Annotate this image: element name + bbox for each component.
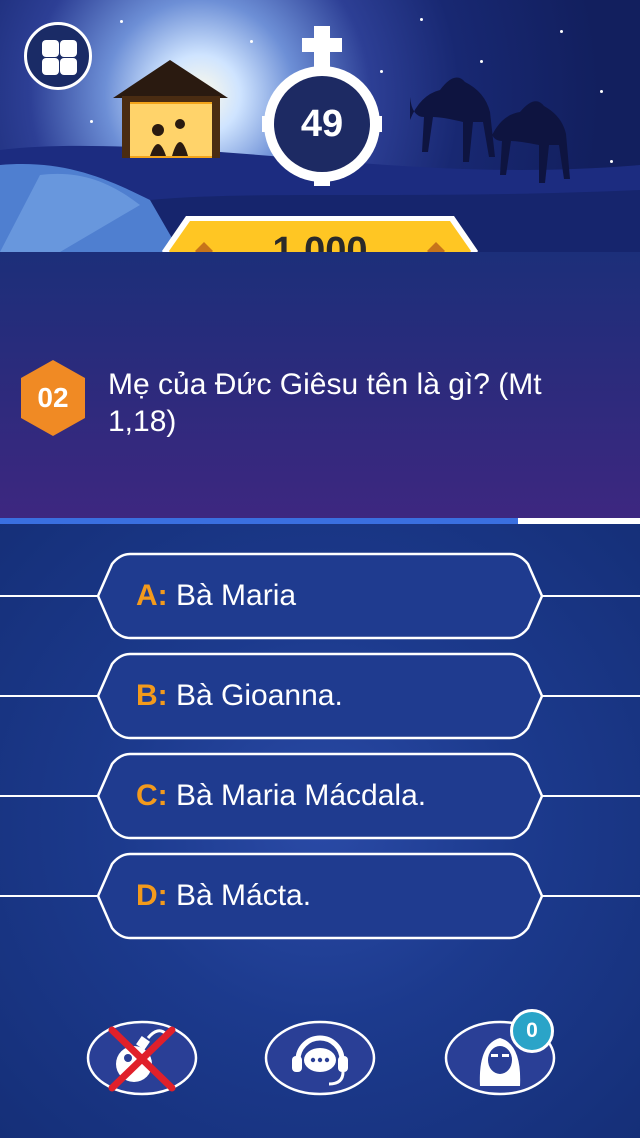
timer-value: 49 bbox=[300, 103, 344, 145]
answer-text: Bà Mácta. bbox=[176, 879, 312, 912]
grid-menu-icon bbox=[42, 40, 59, 57]
camels-silhouette bbox=[410, 77, 570, 183]
answer-letter: C: bbox=[136, 779, 168, 812]
answer-text: Bà Gioanna. bbox=[176, 679, 343, 712]
answer-b-button[interactable]: B: Bà Gioanna. bbox=[0, 652, 640, 740]
answer-d-button[interactable]: D: Bà Mácta. bbox=[0, 852, 640, 940]
answer-text: Bà Maria bbox=[176, 579, 297, 612]
question-text: Mẹ của Đức Giêsu tên là gì? (Mt 1,18) bbox=[108, 368, 542, 438]
question-number: 02 bbox=[37, 382, 69, 413]
answer-letter: B: bbox=[136, 679, 168, 712]
menu-button[interactable] bbox=[24, 22, 92, 90]
answer-text: Bà Maria Mácdala. bbox=[176, 779, 427, 812]
answer-c-button[interactable]: C: Bà Maria Mácdala. bbox=[0, 752, 640, 840]
stable-illustration bbox=[113, 60, 228, 158]
answer-letter: A: bbox=[136, 579, 168, 612]
answer-a-button[interactable]: A: Bà Maria bbox=[0, 552, 640, 640]
answer-letter: D: bbox=[136, 879, 168, 912]
support-lifeline-button[interactable] bbox=[264, 1020, 376, 1096]
lifeline-count-badge: 0 bbox=[510, 1009, 554, 1053]
bomb-lifeline-button[interactable] bbox=[86, 1020, 198, 1096]
